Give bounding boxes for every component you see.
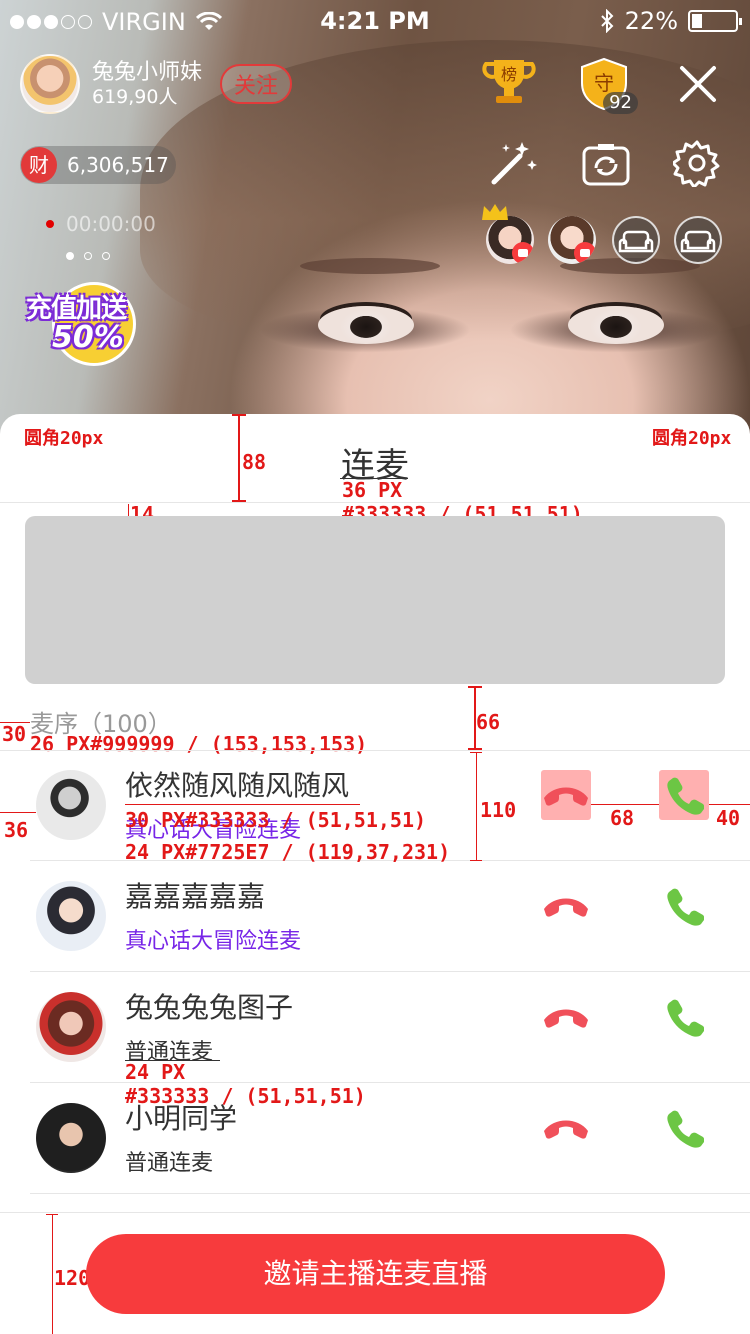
accept-phone-icon — [667, 888, 704, 926]
user-name: 兔兔兔兔图子 — [125, 991, 294, 1024]
invite-host-button[interactable]: 邀请主播连麦直播 — [86, 1234, 665, 1314]
beauty-wand-icon[interactable] — [486, 138, 540, 188]
list-item[interactable]: 嘉嘉嘉嘉嘉 真心话大冒险连麦 — [0, 861, 750, 972]
close-icon[interactable] — [676, 62, 720, 106]
anno-footer-height: 120 — [54, 1266, 91, 1290]
recording-timer: 00:00:00 — [46, 212, 156, 236]
accept-phone-icon — [667, 999, 704, 1037]
user-avatar[interactable] — [36, 881, 106, 951]
host-name: 兔兔小师妹 — [92, 60, 203, 85]
hangup-phone-icon — [544, 898, 588, 917]
hangup-phone-icon — [544, 787, 588, 806]
battery-icon — [688, 10, 742, 32]
accept-phone-icon — [667, 777, 704, 815]
wealth-icon: 财 — [21, 147, 57, 183]
host-follower-count: 619,90人 — [92, 86, 178, 108]
seat-icon — [574, 242, 596, 264]
user-avatar[interactable] — [36, 1103, 106, 1173]
anno-row-height: 110 — [480, 798, 517, 822]
hangup-button[interactable] — [541, 1103, 591, 1153]
user-name: 嘉嘉嘉嘉嘉 — [125, 880, 266, 913]
empty-seat-sofa-icon[interactable] — [612, 216, 660, 264]
record-time: 00:00:00 — [66, 212, 156, 236]
list-item[interactable]: 小明同学 普通连麦 — [0, 1083, 750, 1194]
seat-icon — [512, 242, 534, 264]
user-name: 依然随风随风随风 — [125, 769, 350, 802]
anno-left-pad: 30 — [2, 722, 27, 746]
user-name: 小明同学 — [125, 1102, 238, 1135]
anno-right-pad: 40 — [716, 806, 741, 830]
face-eye — [318, 306, 414, 344]
svg-text:榜: 榜 — [501, 65, 517, 84]
face-brow — [300, 258, 440, 274]
anno-button-gap: 68 — [610, 806, 635, 830]
crown-icon — [482, 204, 508, 220]
accept-button[interactable] — [659, 770, 709, 820]
mic-seat-avatar[interactable] — [548, 216, 596, 264]
status-bar: VIRGIN 4:21 PM 22% — [0, 0, 750, 40]
battery-percent: 22% — [624, 7, 678, 35]
anno-queue-height: 66 — [476, 710, 501, 734]
flip-camera-icon[interactable] — [582, 140, 630, 188]
bluetooth-icon — [600, 9, 614, 33]
anno-title-size: 36 PX — [342, 478, 403, 502]
empty-seat-sofa-icon[interactable] — [674, 216, 722, 264]
guard-count: 92 — [603, 92, 638, 114]
anno-avatar-pad: 36 — [4, 818, 29, 842]
anno-name-spec: 30 PX#333333 / (51,51,51) — [125, 808, 427, 832]
hangup-button[interactable] — [541, 881, 591, 931]
wealth-value: 6,306,517 — [67, 153, 169, 177]
guard-shield-icon[interactable]: 守 92 — [576, 56, 638, 114]
user-avatar[interactable] — [36, 992, 106, 1062]
settings-gear-icon[interactable] — [672, 138, 722, 188]
list-item[interactable]: 兔兔兔兔图子 普通连麦 — [0, 972, 750, 1083]
anno-normal-size: 24 PX — [125, 1060, 186, 1084]
hangup-button[interactable] — [541, 770, 591, 820]
page-indicator — [66, 252, 110, 260]
follow-button[interactable]: 关注 — [220, 64, 293, 104]
accept-button[interactable] — [659, 881, 709, 931]
accept-button[interactable] — [659, 1103, 709, 1153]
hangup-button[interactable] — [541, 992, 591, 1042]
connect-mode: 真心话大冒险连麦 — [125, 929, 302, 954]
hangup-phone-icon — [544, 1009, 588, 1028]
ranking-trophy-icon[interactable]: 榜 — [482, 56, 536, 106]
user-avatar[interactable] — [36, 770, 106, 840]
mic-seat-avatar[interactable] — [486, 216, 534, 264]
record-dot-icon — [46, 220, 54, 228]
video-preview-placeholder — [25, 516, 725, 684]
face-eye — [568, 306, 664, 344]
host-info[interactable]: 兔兔小师妹 619,90人 关注 — [20, 54, 293, 114]
connect-mode: 普通连麦 — [125, 1151, 214, 1176]
accept-button[interactable] — [659, 992, 709, 1042]
promo-line2: 50% — [52, 320, 124, 355]
wealth-badge[interactable]: 财 6,306,517 — [20, 146, 176, 184]
recharge-promo-banner[interactable]: 充值加送 50% — [26, 276, 158, 368]
accept-phone-icon — [667, 1110, 704, 1148]
co-host-panel: 圆角20px 圆角20px 88 连麦 36 PX #333333 / (51,… — [0, 414, 750, 1334]
host-avatar[interactable] — [20, 54, 80, 114]
hangup-phone-icon — [544, 1120, 588, 1139]
